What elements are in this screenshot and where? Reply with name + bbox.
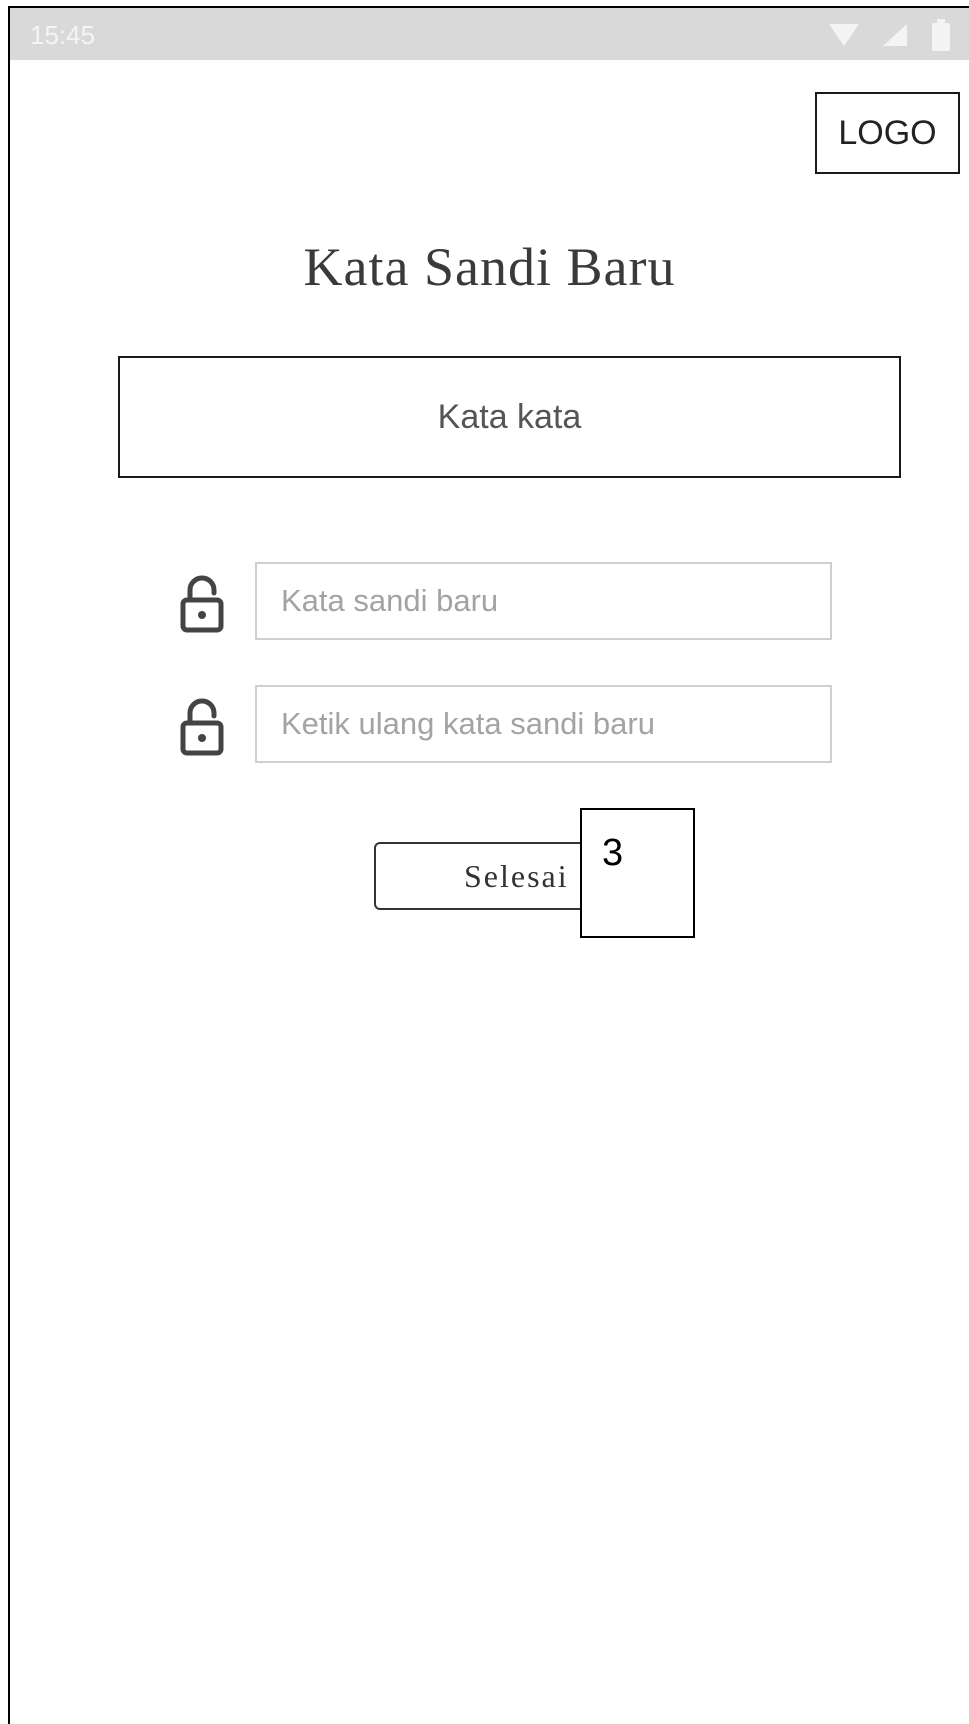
- done-button[interactable]: Selesai: [374, 842, 594, 910]
- wifi-icon: [829, 24, 859, 46]
- new-password-field[interactable]: [255, 562, 832, 640]
- confirm-password-field[interactable]: [255, 685, 832, 763]
- confirm-password-row: [170, 685, 840, 763]
- battery-icon: [932, 19, 950, 51]
- annotation-box: 3: [580, 808, 695, 938]
- page-title: Kata Sandi Baru: [303, 237, 676, 297]
- status-icons: [829, 18, 951, 52]
- signal-icon: [883, 24, 907, 46]
- status-time: 15:45: [30, 20, 96, 50]
- lock-open-icon: [180, 698, 224, 756]
- status-bar: 15:45: [10, 8, 969, 60]
- logo: LOGO: [815, 92, 960, 174]
- screen-frame: 15:45 LOGO Kata Sandi Baru Kata kata Sel…: [8, 6, 969, 1724]
- new-password-row: [170, 562, 840, 640]
- lock-open-icon: [180, 575, 224, 633]
- info-text-box: Kata kata: [118, 356, 901, 478]
